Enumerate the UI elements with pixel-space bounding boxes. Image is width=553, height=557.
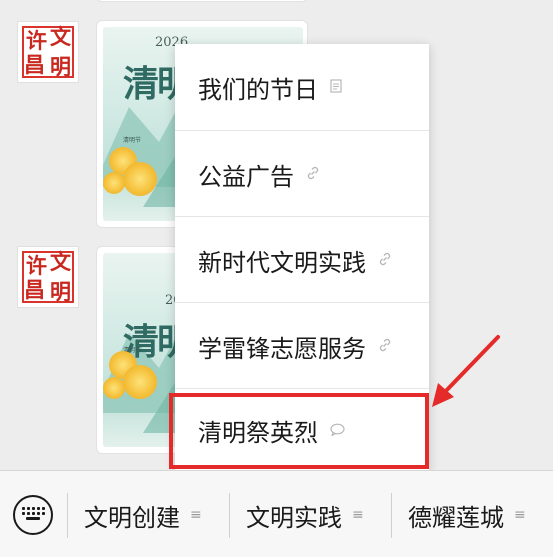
menu-lines-icon: ≡: [352, 507, 364, 523]
menu-lines-icon: ≡: [190, 507, 202, 523]
keyboard-icon: [22, 507, 45, 522]
chrysanthemum: [123, 365, 157, 399]
avatar-char: 明: [50, 54, 71, 79]
pointer-arrow-icon: [432, 335, 500, 407]
highlight-box: [169, 393, 429, 469]
chrysanthemum: [123, 162, 157, 196]
message-bubble-previous[interactable]: [96, 0, 308, 2]
avatar-char: 文: [50, 24, 71, 49]
tab-label: 德耀莲城: [408, 503, 504, 532]
separator: [391, 493, 392, 538]
document-icon: [330, 78, 342, 96]
avatar-char: 许: [26, 28, 47, 53]
separator: [67, 493, 68, 538]
chrysanthemum: [103, 377, 125, 399]
menu-item-label: 我们的节日: [198, 75, 318, 104]
account-avatar[interactable]: 许 文 昌 明: [17, 21, 79, 83]
avatar-char: 文: [50, 249, 71, 274]
bottom-menu-bar: 文明创建 ≡ 文明实践 ≡ 德耀莲城 ≡: [0, 470, 553, 557]
menu-item-label: 新时代文明实践: [198, 248, 366, 277]
menu-item-label: 公益广告: [198, 162, 294, 191]
separator: [229, 493, 230, 538]
keyboard-toggle-button[interactable]: [13, 495, 53, 535]
menu-item-label: 学雷锋志愿服务: [198, 334, 366, 363]
tab-label: 文明实践: [246, 503, 342, 532]
tab-deyao-liancheng[interactable]: 德耀莲城 ≡: [408, 499, 526, 532]
menu-lines-icon: ≡: [514, 507, 526, 523]
menu-item-public-ads[interactable]: 公益广告: [175, 131, 429, 217]
avatar-char: 许: [26, 253, 47, 278]
menu-item-civilization-practice[interactable]: 新时代文明实践: [175, 217, 429, 303]
link-icon: [378, 338, 392, 355]
message-area: 许 文 昌 明 许 文 昌 明 2026 清明 清明节 ... 2026: [0, 0, 553, 472]
link-icon: [378, 252, 392, 269]
account-avatar[interactable]: 许 文 昌 明: [17, 246, 79, 308]
chrysanthemum: [103, 172, 125, 194]
avatar-char: 昌: [24, 52, 45, 77]
avatar-char: 明: [50, 279, 71, 304]
poster-small-text: 清明节: [123, 137, 142, 144]
avatar-char: 昌: [24, 277, 45, 302]
tab-civilization-building[interactable]: 文明创建 ≡: [84, 499, 202, 532]
tab-label: 文明创建: [84, 503, 180, 532]
link-icon: [306, 166, 320, 183]
menu-item-our-festivals[interactable]: 我们的节日: [175, 44, 429, 130]
menu-item-volunteer-service[interactable]: 学雷锋志愿服务: [175, 303, 429, 389]
tab-civilization-practice[interactable]: 文明实践 ≡: [246, 499, 364, 532]
